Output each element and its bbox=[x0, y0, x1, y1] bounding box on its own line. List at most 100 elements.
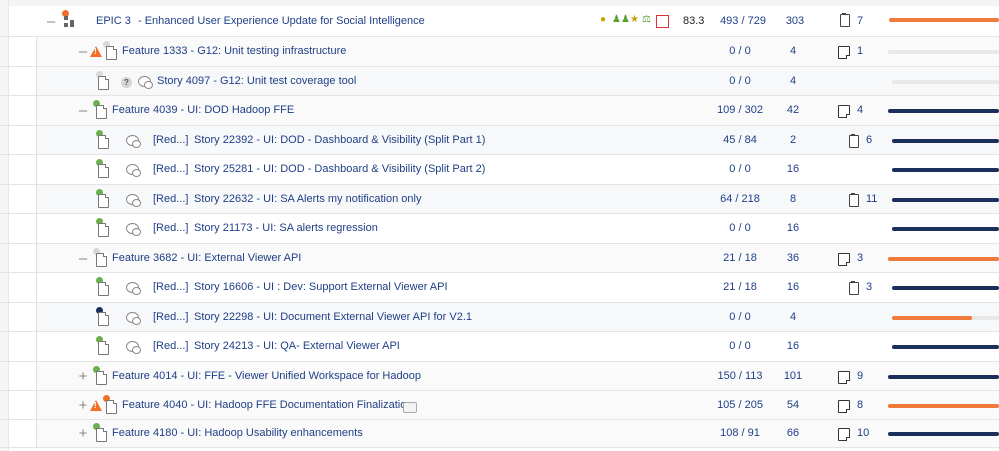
effort-value: 4 bbox=[789, 45, 797, 57]
item-title[interactable]: Feature 3682 - UI: External Viewer API bbox=[112, 252, 301, 264]
story-row[interactable]: ? Story 4097 - G12: Unit test coverage to… bbox=[0, 67, 999, 96]
progress-fill bbox=[892, 286, 999, 290]
effort-value: 4 bbox=[789, 75, 797, 87]
story-doc-icon bbox=[98, 76, 109, 90]
item-title[interactable]: Feature 4040 - UI: Hadoop FFE Documentat… bbox=[122, 399, 412, 411]
collapse-toggle[interactable]: – bbox=[77, 44, 89, 59]
notes-count[interactable]: 6 bbox=[866, 134, 872, 146]
note-icon[interactable] bbox=[838, 428, 850, 441]
item-title[interactable]: Feature 4014 - UI: FFE - Viewer Unified … bbox=[112, 370, 421, 382]
expand-toggle[interactable]: + bbox=[77, 369, 89, 384]
progress-fill bbox=[892, 139, 999, 143]
item-title[interactable]: Story 21173 - UI: SA alerts regression bbox=[194, 222, 378, 234]
note-icon[interactable] bbox=[838, 400, 850, 413]
discussion-icon[interactable] bbox=[126, 282, 141, 295]
item-title[interactable]: Story 22632 - UI: SA Alerts my notificat… bbox=[194, 193, 421, 205]
item-title[interactable]: Story 4097 - G12: Unit test coverage too… bbox=[157, 75, 356, 87]
note-icon[interactable] bbox=[838, 371, 850, 384]
discussion-icon[interactable] bbox=[126, 341, 141, 354]
story-row[interactable]: [Red...] Story 22392 - UI: DOD - Dashboar… bbox=[0, 126, 999, 155]
feature-doc-icon bbox=[96, 105, 107, 119]
points-value: 21 / 18 bbox=[723, 281, 757, 293]
item-title[interactable]: Feature 1333 - G12: Unit testing infrast… bbox=[122, 45, 346, 57]
notes-count[interactable]: 11 bbox=[866, 193, 877, 205]
notes-count[interactable]: 4 bbox=[857, 104, 863, 116]
feature-doc-icon bbox=[96, 428, 107, 442]
comment-icon[interactable] bbox=[403, 402, 417, 413]
epic-label[interactable]: EPIC 3 bbox=[96, 15, 131, 27]
effort-value: 2 bbox=[789, 134, 797, 146]
progress-track bbox=[892, 286, 999, 290]
story-row[interactable]: [Red...] Story 24213 - UI: QA- External V… bbox=[0, 332, 999, 362]
story-row[interactable]: [Red...] Story 25281 - UI: DOD - Dashboar… bbox=[0, 155, 999, 185]
feature-row[interactable]: – Feature 4039 - UI: DOD Hadoop FFE 109 / … bbox=[0, 96, 999, 126]
item-title[interactable]: Feature 4180 - UI: Hadoop Usability enha… bbox=[112, 427, 363, 439]
expand-toggle[interactable]: + bbox=[77, 398, 89, 413]
story-row[interactable]: [Red...] Story 21173 - UI: SA alerts regr… bbox=[0, 214, 999, 244]
collapse-toggle[interactable]: – bbox=[77, 251, 89, 266]
feature-row[interactable]: + Feature 4040 - UI: Hadoop FFE Documenta… bbox=[0, 391, 999, 420]
feature-row[interactable]: + Feature 4180 - UI: Hadoop Usability enh… bbox=[0, 420, 999, 448]
collapse-toggle[interactable]: – bbox=[77, 103, 89, 118]
story-doc-icon bbox=[98, 164, 109, 178]
feature-row[interactable]: – Feature 1333 - G12: Unit testing infras… bbox=[0, 37, 999, 67]
item-title[interactable]: Story 22392 - UI: DOD - Dashboard & Visi… bbox=[194, 134, 485, 146]
effort-value: 4 bbox=[789, 311, 797, 323]
item-title[interactable]: Story 22298 - UI: Document External View… bbox=[194, 311, 472, 323]
warning-icon bbox=[90, 46, 102, 57]
progress-fill bbox=[892, 316, 972, 320]
story-row[interactable]: [Red...] Story 22298 - UI: Document Exter… bbox=[0, 303, 999, 332]
item-title[interactable]: Feature 4039 - UI: DOD Hadoop FFE bbox=[112, 104, 294, 116]
redacted-prefix: [Red...] bbox=[153, 311, 189, 323]
people-icon: ♟♟ bbox=[612, 14, 630, 25]
redacted-prefix: [Red...] bbox=[153, 134, 189, 146]
story-doc-icon bbox=[98, 223, 109, 237]
progress-track bbox=[888, 432, 999, 436]
discussion-icon[interactable] bbox=[138, 76, 153, 89]
notes-icon[interactable] bbox=[840, 13, 850, 27]
item-title[interactable]: Story 25281 - UI: DOD - Dashboard & Visi… bbox=[194, 163, 485, 175]
clipboard-icon[interactable] bbox=[849, 193, 859, 207]
points-value: 0 / 0 bbox=[729, 222, 751, 234]
notes-count[interactable]: 10 bbox=[857, 427, 869, 439]
discussion-icon[interactable] bbox=[126, 223, 141, 236]
question-icon: ? bbox=[121, 77, 132, 88]
feature-row[interactable]: + Feature 4014 - UI: FFE - Viewer Unified… bbox=[0, 362, 999, 391]
discussion-icon[interactable] bbox=[126, 194, 141, 207]
item-title[interactable]: Story 16606 - UI : Dev: Support External… bbox=[194, 281, 448, 293]
epic-notes-count[interactable]: 7 bbox=[857, 15, 863, 27]
redacted-prefix: [Red...] bbox=[153, 163, 189, 175]
expand-toggle[interactable]: + bbox=[77, 426, 89, 441]
notes-count[interactable]: 1 bbox=[857, 45, 863, 57]
effort-value: 16 bbox=[786, 340, 800, 352]
feature-doc-icon bbox=[106, 400, 117, 414]
points-value: 0 / 0 bbox=[729, 311, 751, 323]
discussion-icon[interactable] bbox=[126, 135, 141, 148]
effort-value: 54 bbox=[786, 399, 800, 411]
story-row[interactable]: [Red...] Story 22632 - UI: SA Alerts my n… bbox=[0, 185, 999, 214]
epic-row[interactable]: – EPIC 3 - Enhanced User Experience Upda… bbox=[0, 6, 999, 37]
notes-count[interactable]: 3 bbox=[866, 281, 872, 293]
points-value: 108 / 91 bbox=[720, 427, 760, 439]
note-icon[interactable] bbox=[838, 46, 850, 59]
clipboard-icon[interactable] bbox=[849, 134, 859, 148]
discussion-icon[interactable] bbox=[126, 164, 141, 177]
warning-icon bbox=[90, 400, 102, 411]
effort-value: 36 bbox=[786, 252, 800, 264]
feature-row[interactable]: – Feature 3682 - UI: External Viewer API 2… bbox=[0, 244, 999, 273]
clipboard-icon[interactable] bbox=[849, 281, 859, 295]
progress-fill bbox=[892, 227, 999, 231]
collapse-toggle[interactable]: – bbox=[45, 14, 57, 29]
progress-fill bbox=[888, 109, 999, 113]
story-row[interactable]: [Red...] Story 16606 - UI : Dev: Support … bbox=[0, 273, 999, 303]
notes-count[interactable]: 3 bbox=[857, 252, 863, 264]
notes-count[interactable]: 9 bbox=[857, 370, 863, 382]
note-icon[interactable] bbox=[838, 253, 850, 266]
notes-count[interactable]: 8 bbox=[857, 399, 863, 411]
progress-fill bbox=[888, 432, 999, 436]
redacted-prefix: [Red...] bbox=[153, 281, 189, 293]
note-icon[interactable] bbox=[838, 105, 850, 118]
epic-title[interactable]: - Enhanced User Experience Update for So… bbox=[138, 15, 425, 27]
discussion-icon[interactable] bbox=[126, 312, 141, 325]
item-title[interactable]: Story 24213 - UI: QA- External Viewer AP… bbox=[194, 340, 400, 352]
